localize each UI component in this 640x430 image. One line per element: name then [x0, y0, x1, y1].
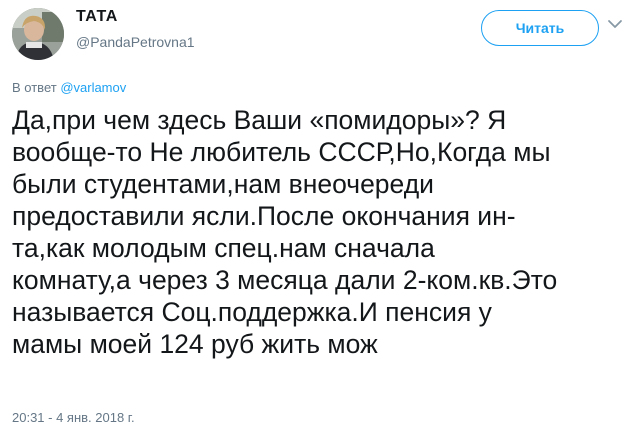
follow-button[interactable]: Читать	[481, 10, 599, 46]
reply-context: В ответ @varlamov	[12, 80, 126, 95]
avatar[interactable]	[12, 8, 64, 60]
tweet-text: Да,при чем здесь Ваши «помидоры»? Я вооб…	[12, 105, 558, 359]
chevron-down-icon[interactable]	[605, 14, 625, 34]
timestamp[interactable]: 20:31 - 4 янв. 2018 г.	[12, 410, 135, 425]
reply-prefix: В ответ	[12, 80, 61, 95]
display-name[interactable]: ТАТА	[76, 8, 118, 26]
user-handle[interactable]: @PandaPetrovna1	[76, 34, 195, 50]
reply-to-link[interactable]: @varlamov	[60, 80, 126, 95]
tweet: ТАТА @PandaPetrovna1 Читать В ответ @var…	[0, 0, 640, 430]
